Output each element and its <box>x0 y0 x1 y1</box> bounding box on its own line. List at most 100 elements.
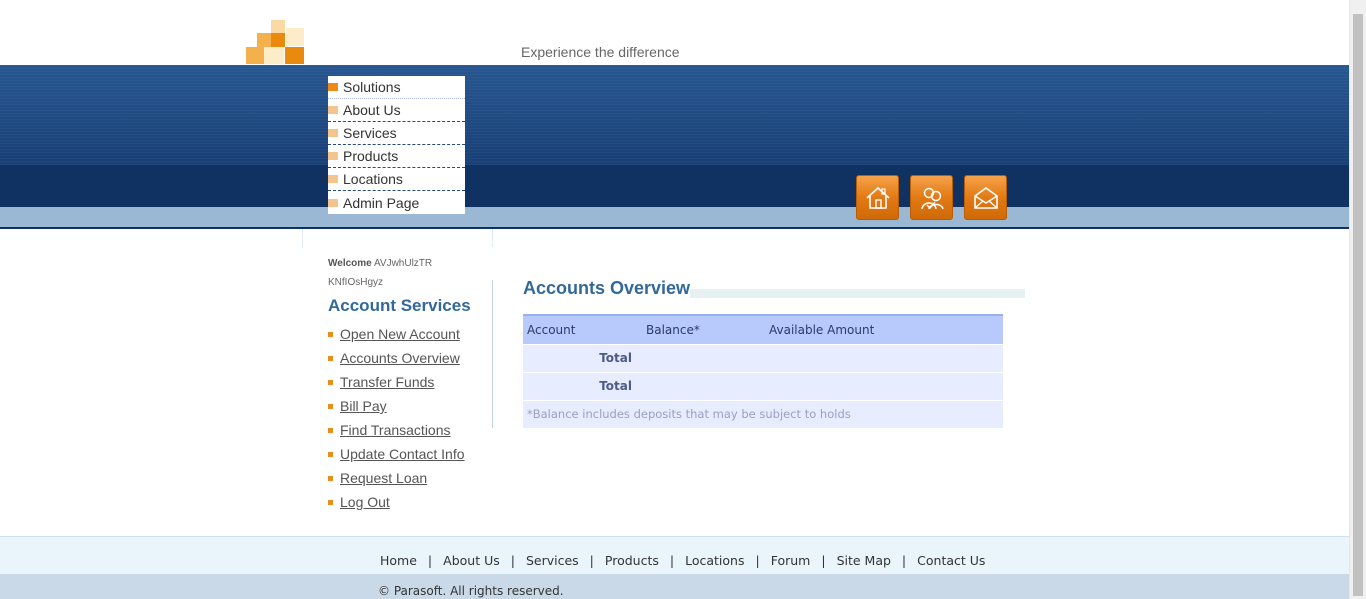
bullet-icon <box>328 475 333 481</box>
table-cell <box>765 371 1003 400</box>
bullet-icon <box>328 499 333 505</box>
account-services-title: Account Services <box>328 296 471 315</box>
logo-square <box>257 33 271 47</box>
footer-separator: | <box>669 553 675 568</box>
footer-separator: | <box>427 553 433 568</box>
footer-separator: | <box>510 553 515 568</box>
list-item: Accounts Overview <box>328 346 465 370</box>
bullet-icon <box>328 331 333 337</box>
table-header-row: Account Balance* Available Amount <box>523 314 1003 344</box>
title-underline <box>690 289 1025 298</box>
footer-separator: | <box>589 553 594 568</box>
menu-bullet-icon <box>328 83 338 91</box>
top-menu-item-label: Locations <box>343 171 403 187</box>
list-item: Update Contact Info <box>328 442 465 466</box>
footer-link-site-map[interactable]: Site Map <box>837 553 891 568</box>
top-menu-item-solutions[interactable]: Solutions <box>328 76 465 99</box>
table-row: *Balance includes deposits that may be s… <box>523 399 1003 428</box>
contact-icon <box>920 187 944 209</box>
logo-square <box>286 28 304 46</box>
sidebar-divider <box>492 280 493 428</box>
email-button[interactable] <box>964 175 1007 220</box>
page-title: Accounts Overview <box>523 278 691 298</box>
top-menu-item-label: Services <box>343 125 397 141</box>
top-menu-item-admin-page[interactable]: Admin Page <box>328 191 465 214</box>
bullet-icon <box>328 427 333 433</box>
divider <box>302 229 303 247</box>
parasoft-logo[interactable] <box>246 20 304 64</box>
top-menu-item-locations[interactable]: Locations <box>328 168 465 191</box>
header-band-light <box>0 207 1349 227</box>
logo-square <box>285 47 304 64</box>
footer-separator: | <box>901 553 907 568</box>
total-label: Total <box>523 343 642 372</box>
header-rule <box>0 227 1349 229</box>
menu-bullet-icon <box>328 152 338 160</box>
log-out-link[interactable]: Log Out <box>340 494 390 510</box>
footer-bottom-bar <box>0 574 1349 599</box>
column-header-account: Account <box>523 314 642 344</box>
footer-link-forum[interactable]: Forum <box>771 553 811 568</box>
update-contact-info-link[interactable]: Update Contact Info <box>340 446 465 462</box>
logo-square <box>246 47 264 64</box>
menu-bullet-icon <box>328 198 338 207</box>
list-item: Request Loan <box>328 466 465 490</box>
contact-button[interactable] <box>910 175 953 220</box>
top-menu-item-label: About Us <box>343 102 401 118</box>
footer-nav: Home | About Us | Services | Products | … <box>380 553 985 568</box>
table-cell <box>765 343 1003 372</box>
table-row: Total <box>523 371 1003 400</box>
total-label: Total <box>523 371 642 400</box>
welcome-name-last: KNfIOsHgyz <box>328 277 384 288</box>
top-menu: Solutions About Us Services Products Loc… <box>328 76 465 214</box>
bullet-icon <box>328 379 333 385</box>
top-menu-item-services[interactable]: Services <box>328 122 465 145</box>
account-services-menu: Open New Account Accounts Overview Trans… <box>328 322 465 514</box>
open-new-account-link[interactable]: Open New Account <box>340 326 460 342</box>
find-transactions-link[interactable]: Find Transactions <box>340 422 451 438</box>
list-item: Open New Account <box>328 322 465 346</box>
top-menu-item-label: Solutions <box>343 79 401 95</box>
bill-pay-link[interactable]: Bill Pay <box>340 398 387 414</box>
footer-link-about-us[interactable]: About Us <box>443 553 500 568</box>
top-menu-item-about-us[interactable]: About Us <box>328 99 465 122</box>
header-banner <box>0 65 1349 165</box>
home-icon <box>865 186 890 209</box>
footer-link-services[interactable]: Services <box>526 553 579 568</box>
column-header-available-amount: Available Amount <box>765 314 1003 344</box>
list-item: Bill Pay <box>328 394 465 418</box>
table-cell <box>642 343 765 372</box>
top-menu-item-label: Products <box>343 148 399 164</box>
footer-link-locations[interactable]: Locations <box>685 553 744 568</box>
logo-square <box>271 33 285 47</box>
email-icon <box>973 186 998 209</box>
header-band-dark <box>0 165 1349 207</box>
footer-separator: | <box>821 553 826 568</box>
top-menu-item-label: Admin Page <box>343 194 420 211</box>
scrollbar-thumb[interactable] <box>1353 14 1363 596</box>
top-menu-item-products[interactable]: Products <box>328 145 465 168</box>
logo-square <box>264 47 284 64</box>
balance-footnote: *Balance includes deposits that may be s… <box>523 399 1003 428</box>
accounts-overview-link[interactable]: Accounts Overview <box>340 350 460 366</box>
bullet-icon <box>328 355 333 361</box>
footer-link-products[interactable]: Products <box>605 553 659 568</box>
footer-link-contact-us[interactable]: Contact Us <box>917 553 985 568</box>
welcome-name-first: AVJwhUlzTR <box>373 258 433 269</box>
tagline: Experience the difference <box>521 44 680 60</box>
list-item: Find Transactions <box>328 418 465 442</box>
bullet-icon <box>328 451 333 457</box>
footer-separator: | <box>755 553 760 568</box>
bullet-icon <box>328 403 333 409</box>
logo-square <box>271 20 285 34</box>
menu-bullet-icon <box>328 106 338 114</box>
divider <box>492 229 493 247</box>
home-button[interactable] <box>856 175 899 220</box>
transfer-funds-link[interactable]: Transfer Funds <box>340 374 434 390</box>
vertical-scrollbar[interactable] <box>1349 0 1366 599</box>
list-item: Log Out <box>328 490 465 514</box>
footer-link-home[interactable]: Home <box>380 553 417 568</box>
welcome-message: Welcome AVJwhUlzTR KNfIOsHgyz <box>328 254 488 292</box>
request-loan-link[interactable]: Request Loan <box>340 470 427 486</box>
menu-bullet-icon <box>328 175 338 183</box>
